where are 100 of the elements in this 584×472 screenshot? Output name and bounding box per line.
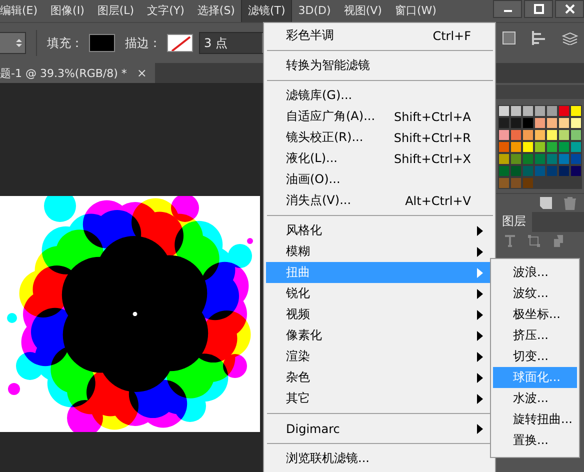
menu-item[interactable]: 图像(I): [44, 0, 90, 22]
color-swatch[interactable]: [522, 129, 534, 141]
menu-option[interactable]: 锐化: [266, 283, 493, 304]
layers-tab[interactable]: 图层: [496, 211, 532, 232]
menu-option[interactable]: 像素化: [266, 325, 493, 346]
color-swatch[interactable]: [510, 177, 522, 189]
menu-item[interactable]: 窗口(W): [388, 0, 442, 22]
color-swatch[interactable]: [570, 117, 582, 129]
color-swatch[interactable]: [558, 105, 570, 117]
menu-option[interactable]: 风格化: [266, 220, 493, 241]
menu-item[interactable]: 图层(L): [91, 0, 140, 22]
minimize-button[interactable]: [493, 0, 522, 18]
color-swatch[interactable]: [546, 117, 558, 129]
stroke-swatch[interactable]: [167, 34, 193, 52]
color-swatch[interactable]: [534, 153, 546, 165]
color-swatch[interactable]: [498, 153, 510, 165]
color-swatch[interactable]: [522, 105, 534, 117]
color-swatch[interactable]: [498, 165, 510, 177]
transform-icon[interactable]: [528, 235, 540, 247]
square-icon[interactable]: [502, 31, 516, 45]
color-swatch[interactable]: [570, 165, 582, 177]
color-swatch[interactable]: [570, 129, 582, 141]
color-swatch[interactable]: [498, 177, 510, 189]
option-label: 渲染: [286, 348, 311, 365]
document-tab[interactable]: 题-1 @ 39.3%(RGB/8) * ×: [0, 63, 155, 83]
menu-option[interactable]: 消失点(V)... Alt+Ctrl+V: [266, 190, 493, 211]
restore-button[interactable]: [524, 0, 553, 18]
menu-option[interactable]: 置换...: [493, 430, 577, 451]
color-swatch[interactable]: [522, 141, 534, 153]
menu-option[interactable]: 浏览联机滤镜...: [266, 448, 493, 469]
menu-option[interactable]: Digimarc: [266, 418, 493, 439]
color-swatch[interactable]: [510, 141, 522, 153]
color-swatch[interactable]: [522, 117, 534, 129]
color-swatch[interactable]: [498, 129, 510, 141]
option-label: 像素化: [286, 327, 323, 344]
menu-option[interactable]: 波纹...: [493, 283, 577, 304]
menu-option[interactable]: 旋转扭曲...: [493, 409, 577, 430]
color-swatch[interactable]: [558, 165, 570, 177]
color-swatch[interactable]: [546, 129, 558, 141]
color-swatch[interactable]: [558, 117, 570, 129]
layers-stack-icon[interactable]: [562, 31, 578, 45]
color-swatch[interactable]: [546, 105, 558, 117]
menu-option[interactable]: 自适应广角(A)... Shift+Ctrl+A: [266, 106, 493, 127]
color-swatch[interactable]: [510, 165, 522, 177]
menu-item[interactable]: 文字(Y): [141, 0, 190, 22]
color-swatch[interactable]: [570, 153, 582, 165]
menu-option[interactable]: 水波...: [493, 388, 577, 409]
menu-option[interactable]: 挤压...: [493, 325, 577, 346]
color-swatch[interactable]: [498, 141, 510, 153]
color-swatch[interactable]: [522, 153, 534, 165]
menu-item[interactable]: 编辑(E): [0, 0, 44, 22]
color-swatch[interactable]: [522, 165, 534, 177]
color-swatch[interactable]: [546, 141, 558, 153]
color-swatch[interactable]: [558, 141, 570, 153]
menu-item[interactable]: 选择(S): [191, 0, 241, 22]
color-swatch[interactable]: [570, 141, 582, 153]
color-swatch[interactable]: [558, 153, 570, 165]
color-swatch[interactable]: [510, 117, 522, 129]
submenu-arrow-icon: [477, 288, 483, 298]
color-swatch[interactable]: [522, 177, 534, 189]
menu-option[interactable]: 杂色: [266, 367, 493, 388]
menu-item[interactable]: 3D(D): [292, 0, 337, 22]
trash-icon[interactable]: [564, 196, 576, 210]
menu-option[interactable]: 转换为智能滤镜: [266, 55, 493, 76]
smart-object-icon[interactable]: [552, 235, 564, 247]
color-swatch[interactable]: [498, 117, 510, 129]
fill-swatch[interactable]: [89, 34, 115, 52]
shape-mode-dropdown[interactable]: [0, 32, 26, 54]
color-swatch[interactable]: [546, 165, 558, 177]
align-icon[interactable]: [532, 31, 546, 45]
menu-option[interactable]: 油画(O)...: [266, 169, 493, 190]
menu-option[interactable]: 视频: [266, 304, 493, 325]
color-swatch[interactable]: [510, 129, 522, 141]
menu-option[interactable]: 波浪...: [493, 262, 577, 283]
color-swatch[interactable]: [510, 105, 522, 117]
menu-option[interactable]: 滤镜库(G)...: [266, 85, 493, 106]
new-swatch-icon[interactable]: [540, 197, 552, 209]
color-swatch[interactable]: [534, 165, 546, 177]
menu-item[interactable]: 滤镜(T): [242, 0, 292, 22]
menu-option[interactable]: 其它: [266, 388, 493, 409]
color-swatch[interactable]: [534, 129, 546, 141]
menu-option[interactable]: 镜头校正(R)... Shift+Ctrl+R: [266, 127, 493, 148]
menu-option[interactable]: 渲染: [266, 346, 493, 367]
color-swatch[interactable]: [534, 141, 546, 153]
color-swatch[interactable]: [558, 129, 570, 141]
color-swatch[interactable]: [534, 117, 546, 129]
color-swatch[interactable]: [498, 105, 510, 117]
color-swatch[interactable]: [534, 105, 546, 117]
menu-option[interactable]: 切变...: [493, 346, 577, 367]
close-button[interactable]: [555, 0, 584, 18]
color-swatch[interactable]: [570, 105, 582, 117]
menu-option[interactable]: 模糊: [266, 241, 493, 262]
menu-item[interactable]: 视图(V): [338, 0, 388, 22]
option-label: 彩色半调: [286, 27, 335, 44]
option-label: 转换为智能滤镜: [286, 57, 371, 74]
menu-option[interactable]: 液化(L)... Shift+Ctrl+X: [266, 148, 493, 169]
menu-option[interactable]: 极坐标...: [493, 304, 577, 325]
color-swatch[interactable]: [510, 153, 522, 165]
text-layer-icon[interactable]: [504, 235, 516, 247]
color-swatch[interactable]: [546, 153, 558, 165]
